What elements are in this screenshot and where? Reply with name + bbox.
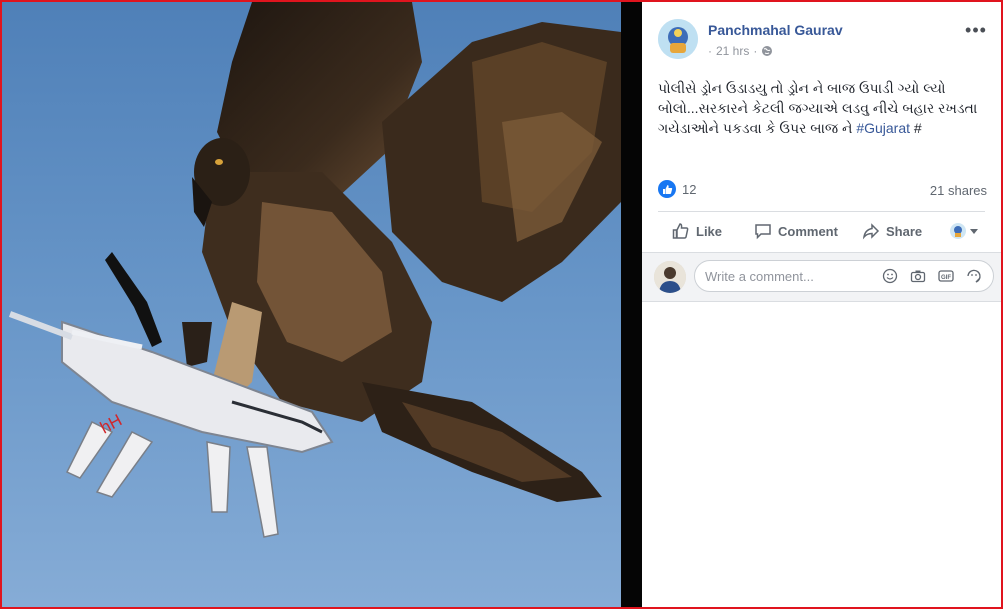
eagle-drone-photo: hH [2, 2, 621, 607]
emoji-icon[interactable] [881, 267, 899, 285]
post-meta: · 21 hrs · [708, 44, 773, 58]
post-trailing-text: # [910, 120, 922, 136]
share-button[interactable]: Share [862, 222, 922, 240]
like-label: Like [696, 223, 723, 239]
meta-separator: · [708, 44, 712, 58]
comment-label: Comment [778, 223, 838, 239]
comment-button[interactable]: Comment [754, 222, 838, 240]
reaction-count: 12 [682, 181, 697, 197]
comment-input[interactable] [705, 261, 875, 291]
reaction-summary[interactable]: 12 [658, 180, 696, 198]
speech-bubble-icon [754, 222, 772, 240]
user-avatar-image [654, 261, 686, 293]
photo-divider [621, 2, 642, 607]
post-text: પોલીસે ડ્રોન ઉડાડયુ તો ડ્રોન ને બાજ ઉપાડ… [658, 78, 988, 138]
author-avatar[interactable] [658, 19, 698, 59]
profile-mini-avatar [950, 223, 966, 239]
hashtag-gujarat[interactable]: #Gujarat [856, 120, 910, 136]
post-panel: Panchmahal Gaurav · 21 hrs · ••• પોલીસે … [642, 2, 1001, 607]
comment-composer: GIF [642, 252, 1001, 302]
more-options-button[interactable]: ••• [964, 19, 988, 41]
post-photo[interactable]: hH [2, 2, 621, 607]
author-avatar-image [658, 19, 698, 59]
post-time[interactable]: 21 hrs [716, 44, 749, 58]
camera-icon[interactable] [909, 267, 927, 285]
user-avatar[interactable] [654, 261, 686, 293]
share-label: Share [886, 223, 923, 239]
author-name-link[interactable]: Panchmahal Gaurav [708, 22, 843, 38]
caret-down-icon [969, 226, 979, 236]
globe-icon [761, 45, 773, 57]
shares-count[interactable]: 21 shares [930, 183, 987, 198]
gif-icon[interactable]: GIF [937, 267, 955, 285]
divider-line [658, 211, 985, 212]
react-as-selector[interactable] [950, 223, 979, 239]
screenshot-frame: hH Panchmahal Gaurav · 21 hrs · ••• પોલી… [0, 0, 1003, 609]
svg-text:GIF: GIF [941, 275, 951, 281]
thumbs-up-icon [672, 222, 690, 240]
comment-box: GIF [694, 260, 994, 292]
action-bar: Like Comment Share [658, 216, 985, 248]
like-button[interactable]: Like [672, 222, 722, 240]
share-arrow-icon [862, 222, 880, 240]
more-options-icon: ••• [965, 19, 987, 40]
sticker-icon[interactable] [965, 267, 983, 285]
post-body-text: પોલીસે ડ્રોન ઉડાડયુ તો ડ્રોન ને બાજ ઉપાડ… [658, 80, 978, 136]
meta-separator: · [753, 44, 758, 58]
thumbs-up-icon [658, 180, 676, 198]
